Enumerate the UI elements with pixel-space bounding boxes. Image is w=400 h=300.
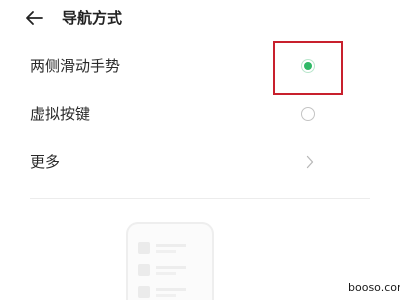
preview-list-line	[138, 242, 198, 256]
chevron-right-icon	[306, 155, 314, 169]
watermark: booso.com	[346, 281, 400, 295]
option-label: 虚拟按键	[30, 105, 91, 123]
option-label: 两侧滑动手势	[30, 57, 121, 75]
annotation-highlight-box	[273, 41, 343, 95]
arrow-left-icon[interactable]	[22, 5, 48, 31]
top-app-bar: 导航方式	[0, 0, 400, 36]
option-virtual-keys[interactable]: 虚拟按键	[0, 91, 400, 137]
divider	[30, 198, 370, 199]
preview-list-line	[138, 264, 198, 278]
option-more[interactable]: 更多	[0, 139, 400, 185]
preview-list-line	[138, 286, 198, 300]
option-label: 更多	[30, 153, 61, 171]
page-title: 导航方式	[62, 9, 123, 27]
navigation-preview-illustration	[126, 222, 214, 300]
radio-unselected-icon[interactable]	[301, 107, 315, 121]
